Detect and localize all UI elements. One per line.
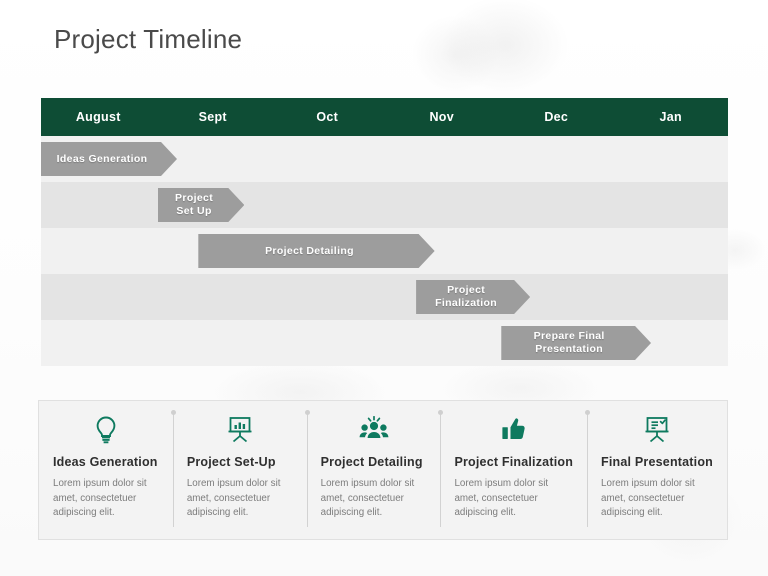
timeline-rows: Ideas Generation Project Set Up Project De… xyxy=(41,136,728,366)
timeline-row: Ideas Generation xyxy=(41,136,728,182)
timeline-month-oct: Oct xyxy=(316,110,339,124)
legend-card-description: Lorem ipsum dolor sit amet, consectetuer… xyxy=(454,478,549,519)
timeline-row: Prepare Final Presentation xyxy=(41,320,728,366)
legend-card: Project Detailing Lorem ipsum dolor sit a… xyxy=(304,401,441,539)
page-title: Project Timeline xyxy=(54,24,243,54)
timeline-month-header: August Sept Oct Nov Dec Jan xyxy=(41,98,728,136)
timeline-bar[interactable]: Project Set Up xyxy=(158,188,245,222)
legend-card: Project Finalization Lorem ipsum dolor si… xyxy=(438,401,587,539)
legend-card-description: Lorem ipsum dolor sit amet, consectetuer… xyxy=(53,478,147,519)
thumbs-up-icon xyxy=(454,413,573,447)
timeline-month-nov: Nov xyxy=(429,110,454,124)
presentation-chart-icon xyxy=(187,413,293,447)
timeline-month-sept: Sept xyxy=(198,110,227,124)
timeline-row: Project Finalization xyxy=(41,274,728,320)
legend-card-title: Project Set-Up xyxy=(186,455,276,469)
timeline-bar[interactable]: Prepare Final Presentation xyxy=(501,326,651,360)
slide-canvas: Project Timeline August Sept Oct Nov Dec Jan … xyxy=(0,0,768,576)
legend-card-description: Lorem ipsum dolor sit amet, consectetuer… xyxy=(601,478,695,519)
legend-card: Ideas Generation Lorem ipsum dolor sit am… xyxy=(39,401,173,539)
timeline-month-jan: Jan xyxy=(659,110,682,124)
lightbulb-icon xyxy=(53,413,159,447)
timeline-bar[interactable]: Project Detailing xyxy=(198,234,434,268)
timeline-bar[interactable]: Project Finalization xyxy=(416,280,530,314)
legend-card-title: Ideas Generation xyxy=(53,455,158,469)
team-group-icon xyxy=(321,413,427,447)
timeline-row: Project Detailing xyxy=(41,228,728,274)
timeline-chart: August Sept Oct Nov Dec Jan Ideas Generation P… xyxy=(41,98,728,366)
presentation-board-icon xyxy=(601,413,713,447)
timeline-month-august: August xyxy=(75,110,121,124)
timeline-row: Project Set Up xyxy=(41,182,728,228)
legend-card-title: Project Detailing xyxy=(320,455,423,469)
legend-card-description: Lorem ipsum dolor sit amet, consectetuer… xyxy=(320,478,415,519)
legend-card-title: Project Finalization xyxy=(454,455,574,469)
legend-card: Final Presentation Lorem ipsum dolor sit … xyxy=(585,401,727,539)
legend-panel: Ideas Generation Lorem ipsum dolor sit am… xyxy=(38,400,728,540)
legend-card-title: Final Presentation xyxy=(601,455,714,469)
timeline-month-dec: Dec xyxy=(544,110,569,124)
legend-card: Project Set-Up Lorem ipsum dolor sit amet… xyxy=(170,401,307,539)
legend-card-description: Lorem ipsum dolor sit amet, consectetuer… xyxy=(186,478,281,519)
timeline-bar[interactable]: Ideas Generation xyxy=(41,142,177,176)
